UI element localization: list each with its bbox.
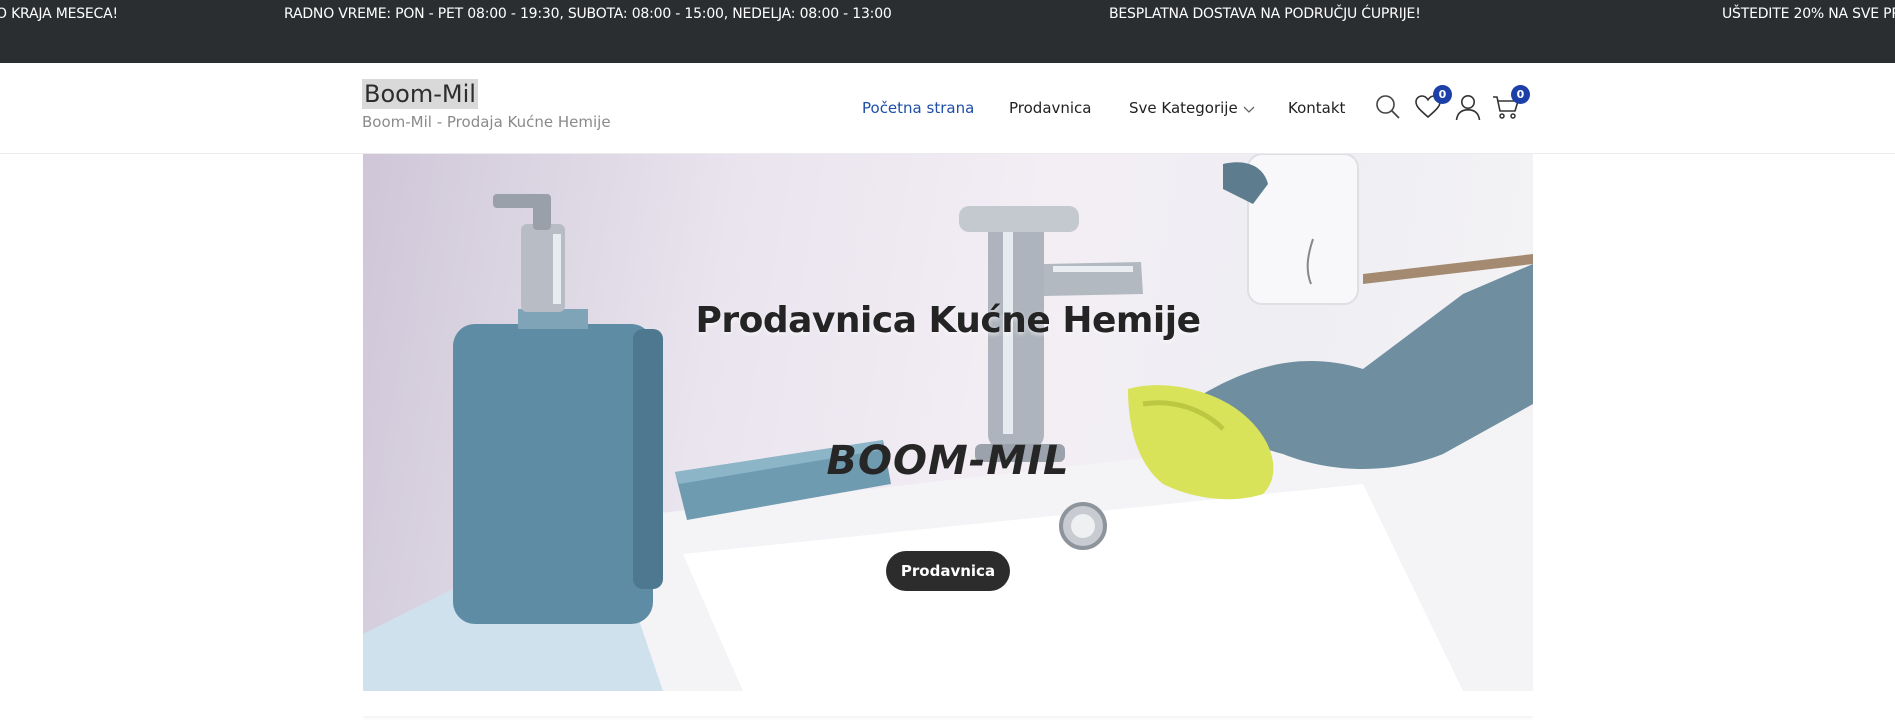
site-title-link[interactable]: Boom-Mil [362,79,478,109]
cart-count-badge: 0 [1511,85,1530,104]
hero-banner: Prodavnica Kućne Hemije BOOM-MIL Prodavn… [363,154,1533,691]
cart-button[interactable]: 0 [1492,85,1530,121]
nav-shop[interactable]: Prodavnica [1009,99,1092,117]
ticker-item: UŠTEDITE 20% NA SVE PRO [1722,6,1895,22]
shop-now-button[interactable]: Prodavnica [886,551,1010,591]
site-tagline: Boom-Mil - Prodaja Kućne Hemije [362,113,611,131]
account-button[interactable] [1454,93,1482,121]
search-icon[interactable] [1374,93,1402,121]
hero-brand-heading: BOOM-MIL [826,438,1070,484]
wishlist-count-badge: 0 [1433,85,1452,104]
nav-categories-label: Sve Kategorije [1129,99,1238,117]
nav-categories[interactable]: Sve Kategorije [1129,99,1255,118]
hero-title: Prodavnica Kućne Hemije [695,300,1202,341]
ticker-item: RADNO VREME: PON - PET 08:00 - 19:30, SU… [284,6,892,22]
user-icon [1455,95,1481,121]
chevron-down-icon [1243,100,1255,118]
site-header: Boom-Mil Boom-Mil - Prodaja Kućne Hemije… [0,63,1895,154]
hero-background-image [363,154,1533,691]
ticker-item: O KRAJA MESECA! [0,6,118,22]
nav-contact[interactable]: Kontakt [1288,99,1345,117]
ticker-item: BESPLATNA DOSTAVA NA PODRUČJU ĆUPRIJE! [1109,6,1421,22]
nav-home[interactable]: Početna strana [862,99,974,117]
announcement-bar: O KRAJA MESECA! RADNO VREME: PON - PET 0… [0,0,1895,63]
wishlist-button[interactable]: 0 [1414,85,1452,121]
section-divider [363,716,1533,720]
